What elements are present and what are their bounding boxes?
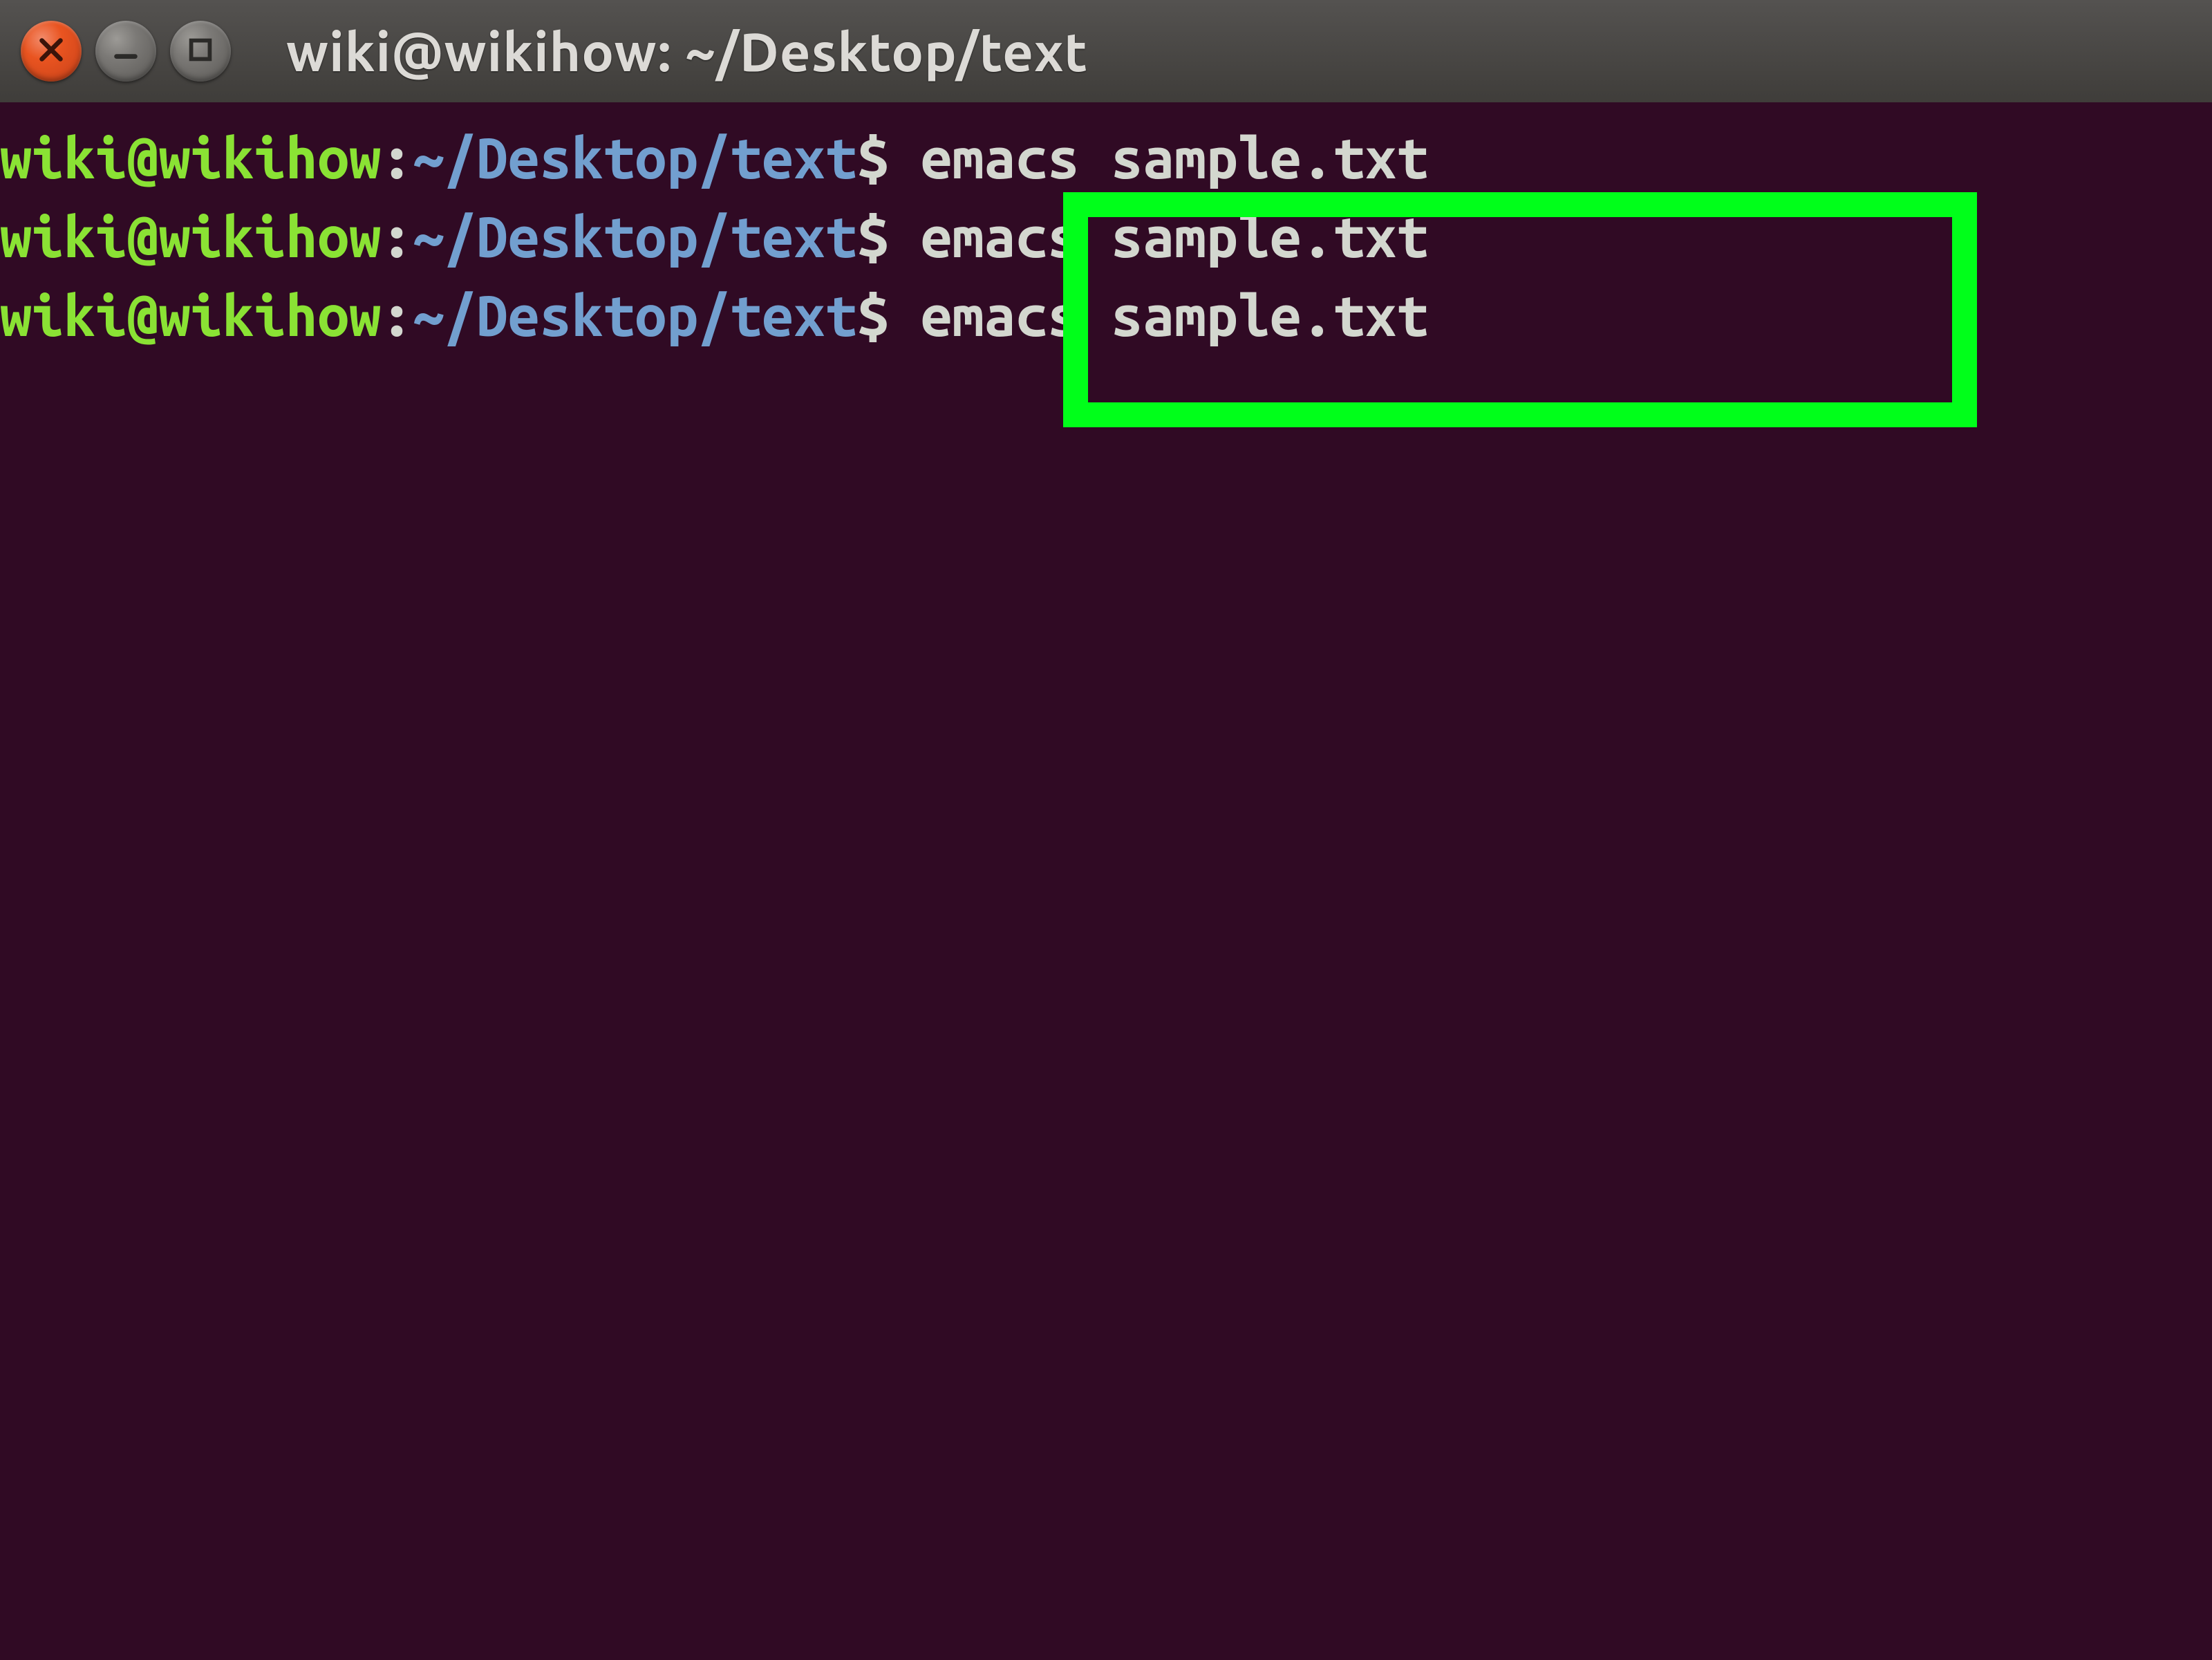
prompt-separator: : — [381, 127, 413, 189]
window-title: wiki@wikihow: ~/Desktop/text — [286, 21, 1088, 82]
prompt-user-host: wiki@wikihow — [0, 284, 381, 347]
command-text: emacs sample.txt — [921, 127, 1429, 189]
titlebar: wiki@wikihow: ~/Desktop/text — [0, 0, 2212, 102]
command-text — [889, 205, 921, 268]
command-text — [889, 284, 921, 347]
prompt-user-host: wiki@wikihow — [0, 205, 381, 268]
prompt-path: ~/Desktop/text — [413, 284, 857, 347]
minimize-icon — [110, 34, 142, 68]
minimize-button[interactable] — [95, 21, 156, 82]
prompt-dollar: $ — [857, 127, 889, 189]
prompt-path: ~/Desktop/text — [413, 205, 857, 268]
maximize-button[interactable] — [170, 21, 231, 82]
terminal-line: wiki@wikihow:~/Desktop/text$ emacs sampl… — [0, 198, 2212, 277]
prompt-separator: : — [381, 205, 413, 268]
command-text: emacs sample.txt — [921, 205, 1429, 268]
close-icon — [35, 34, 67, 68]
prompt-path: ~/Desktop/text — [413, 127, 857, 189]
command-text — [889, 127, 921, 189]
prompt-dollar: $ — [857, 205, 889, 268]
command-text: emacs sample.txt — [921, 284, 1429, 347]
terminal-line: wiki@wikihow:~/Desktop/text$ emacs sampl… — [0, 277, 2212, 355]
prompt-user-host: wiki@wikihow — [0, 127, 381, 189]
terminal-area[interactable]: wiki@wikihow:~/Desktop/text$ emacs sampl… — [0, 102, 2212, 1660]
close-button[interactable] — [21, 21, 82, 82]
terminal-line: wiki@wikihow:~/Desktop/text$ emacs sampl… — [0, 119, 2212, 198]
prompt-separator: : — [381, 284, 413, 347]
maximize-icon — [185, 34, 216, 68]
prompt-dollar: $ — [857, 284, 889, 347]
